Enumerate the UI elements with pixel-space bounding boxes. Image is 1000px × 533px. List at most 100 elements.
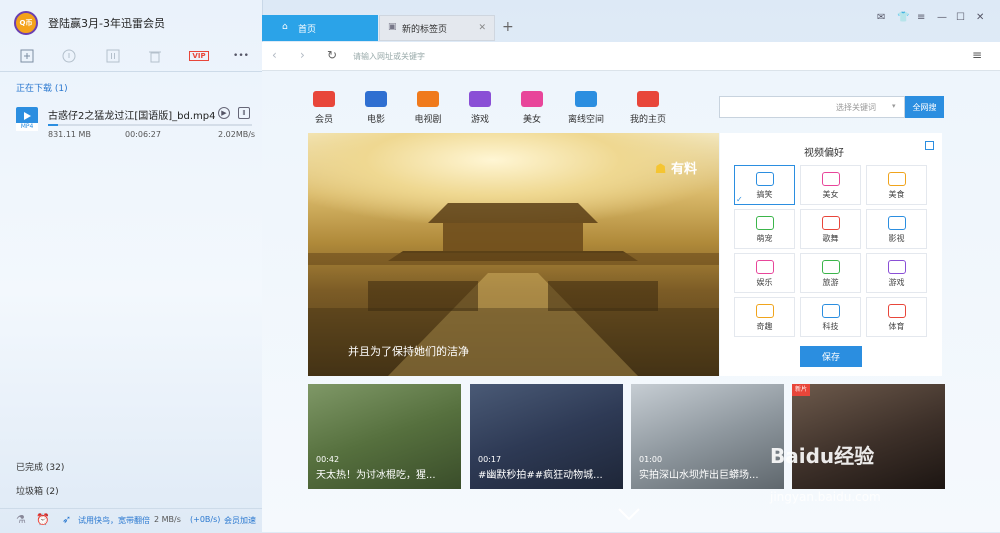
tab-label: 新的标签页: [402, 24, 448, 35]
tab-new[interactable]: ▣ 新的标签页 ✕: [379, 15, 495, 41]
category-vip[interactable]: 会员: [302, 91, 346, 125]
menu-icon[interactable]: ≡: [917, 12, 925, 23]
start-download-button[interactable]: [61, 48, 77, 64]
preference-icon: [821, 304, 840, 318]
video-duration: 00:17: [478, 455, 502, 464]
pause-download-button[interactable]: [105, 48, 121, 64]
forward-icon[interactable]: ›: [300, 48, 305, 62]
preference-option[interactable]: 萌宠: [734, 209, 795, 249]
new-task-button[interactable]: [19, 48, 35, 64]
mp4-file-icon: MP4: [16, 107, 38, 131]
preference-icon: [887, 260, 906, 274]
preference-option[interactable]: 搞笑 ✓: [734, 165, 795, 205]
video-thumbnail[interactable]: 00:42 天太热！为讨冰棍吃，猩...: [308, 384, 461, 489]
layout-toggle-icon[interactable]: [925, 141, 934, 150]
category-mask[interactable]: 美女: [510, 91, 554, 125]
address-input[interactable]: 请输入网址或关键字: [353, 51, 425, 62]
video-title: 实拍深山水坝炸出巨蟒场...: [639, 470, 759, 481]
preference-option[interactable]: 美女: [800, 165, 861, 205]
vip-button[interactable]: VIP: [189, 48, 209, 64]
task-time: 00:06:27: [125, 130, 161, 139]
user-title[interactable]: 登陆赢3月-3年迅雷会员: [48, 15, 165, 31]
kuainiao-trial-link[interactable]: 试用快鸟，宽带翻倍: [78, 515, 150, 526]
preference-option[interactable]: 体育: [866, 297, 927, 337]
preference-option[interactable]: 科技: [800, 297, 861, 337]
video-thumbnail[interactable]: 新片: [792, 384, 945, 489]
flask-icon[interactable]: ⚗: [16, 513, 26, 526]
new-tab-button[interactable]: +: [502, 19, 514, 35]
pause-icon: [106, 49, 120, 63]
preference-icon: [755, 304, 774, 318]
maximize-icon[interactable]: ☐: [956, 12, 965, 23]
featured-video[interactable]: ☗ 有料 并且为了保持她们的洁净: [308, 133, 719, 376]
category-profile[interactable]: 我的主页: [626, 91, 670, 125]
downloading-header[interactable]: 正在下载 (1): [16, 81, 68, 94]
preference-option[interactable]: 影视: [866, 209, 927, 249]
divider: [0, 71, 262, 72]
video-title: 天太热！为讨冰棍吃，猩...: [316, 470, 436, 481]
preference-label: 美女: [822, 190, 839, 199]
minimize-icon[interactable]: —: [937, 12, 947, 23]
task-file-name[interactable]: 古惑仔2之猛龙过江[国语版]_bd.mp4: [48, 107, 216, 122]
delete-task-button[interactable]: [147, 48, 163, 64]
search-input[interactable]: 选择关键词 ▾: [719, 96, 905, 118]
ghost-icon: ☗: [654, 162, 667, 177]
video-thumbnail[interactable]: 01:00 实拍深山水坝炸出巨蟒场...: [631, 384, 784, 489]
play-icon: ▶: [221, 109, 227, 117]
more-button[interactable]: •••: [232, 48, 250, 64]
vip-accelerate-link[interactable]: 会员加速: [224, 515, 256, 526]
play-task-button[interactable]: ▶: [218, 107, 230, 119]
alarm-clock-icon[interactable]: ⏰: [36, 513, 50, 526]
category-label: 美女: [522, 115, 541, 125]
category-label: 电视剧: [414, 115, 442, 125]
video-title: #幽默秒拍##疯狂动物城...: [478, 470, 603, 481]
preference-option[interactable]: 旅游: [800, 253, 861, 293]
pause-task-button[interactable]: Ⅱ: [238, 107, 250, 119]
search-button[interactable]: 全网搜: [905, 96, 944, 118]
refresh-icon[interactable]: ↻: [327, 48, 337, 62]
scroll-down-chevron-icon[interactable]: [618, 508, 640, 520]
shirt-icon[interactable]: 👕: [897, 12, 909, 23]
category-cloud[interactable]: 离线空间: [564, 91, 608, 125]
vip-badge: VIP: [189, 51, 209, 61]
video-duration: 01:00: [639, 455, 663, 464]
preference-icon: [755, 260, 774, 274]
category-tv[interactable]: 电视剧: [406, 91, 450, 125]
tab-label: 首页: [298, 24, 317, 35]
save-preferences-button[interactable]: 保存: [800, 346, 862, 367]
category-label: 我的主页: [629, 115, 666, 125]
preference-option[interactable]: 游戏: [866, 253, 927, 293]
preference-icon: [821, 260, 840, 274]
cloud-icon: [575, 91, 597, 107]
keyword-dropdown[interactable]: 选择关键词: [836, 102, 876, 113]
category-gamepad[interactable]: 游戏: [458, 91, 502, 125]
back-icon[interactable]: ‹: [272, 48, 277, 62]
watermark-url: jingyan.baidu.com: [770, 490, 881, 504]
category-film[interactable]: 电影: [354, 91, 398, 125]
page-icon: ▣: [388, 22, 397, 32]
video-thumbnail[interactable]: 00:17 #幽默秒拍##疯狂动物城...: [470, 384, 623, 489]
tab-bar: ⌂ 首页 ▣ 新的标签页 ✕ +: [262, 15, 1000, 42]
preference-option[interactable]: 奇趣: [734, 297, 795, 337]
close-icon[interactable]: ✕: [976, 12, 984, 23]
user-avatar[interactable]: Q币: [14, 11, 38, 35]
close-tab-icon[interactable]: ✕: [478, 23, 486, 33]
plus-icon: [20, 49, 34, 63]
tab-home[interactable]: ⌂ 首页: [262, 15, 378, 41]
preference-label: 娱乐: [756, 278, 773, 287]
preferences-title: 视频偏好: [804, 148, 844, 159]
home-content: 会员 电影 电视剧 游戏 美女 离线空间 我的主页 选择关键词 ▾ 全网搜 ☗ 有料: [262, 71, 1000, 532]
preference-label: 旅游: [822, 278, 839, 287]
preference-label: 奇趣: [756, 322, 773, 331]
new-badge: 新片: [792, 384, 810, 396]
video-source-logo: ☗ 有料: [654, 162, 697, 177]
trash-list[interactable]: 垃圾箱 (2): [16, 484, 59, 497]
mail-icon[interactable]: ✉: [877, 12, 885, 23]
completed-list[interactable]: 已完成 (32): [16, 460, 64, 473]
profile-icon: [637, 91, 659, 107]
preference-icon: [887, 172, 906, 186]
preference-option[interactable]: 美食: [866, 165, 927, 205]
preference-option[interactable]: 歌舞: [800, 209, 861, 249]
preference-option[interactable]: 娱乐: [734, 253, 795, 293]
browser-menu-icon[interactable]: ≡: [972, 48, 982, 62]
